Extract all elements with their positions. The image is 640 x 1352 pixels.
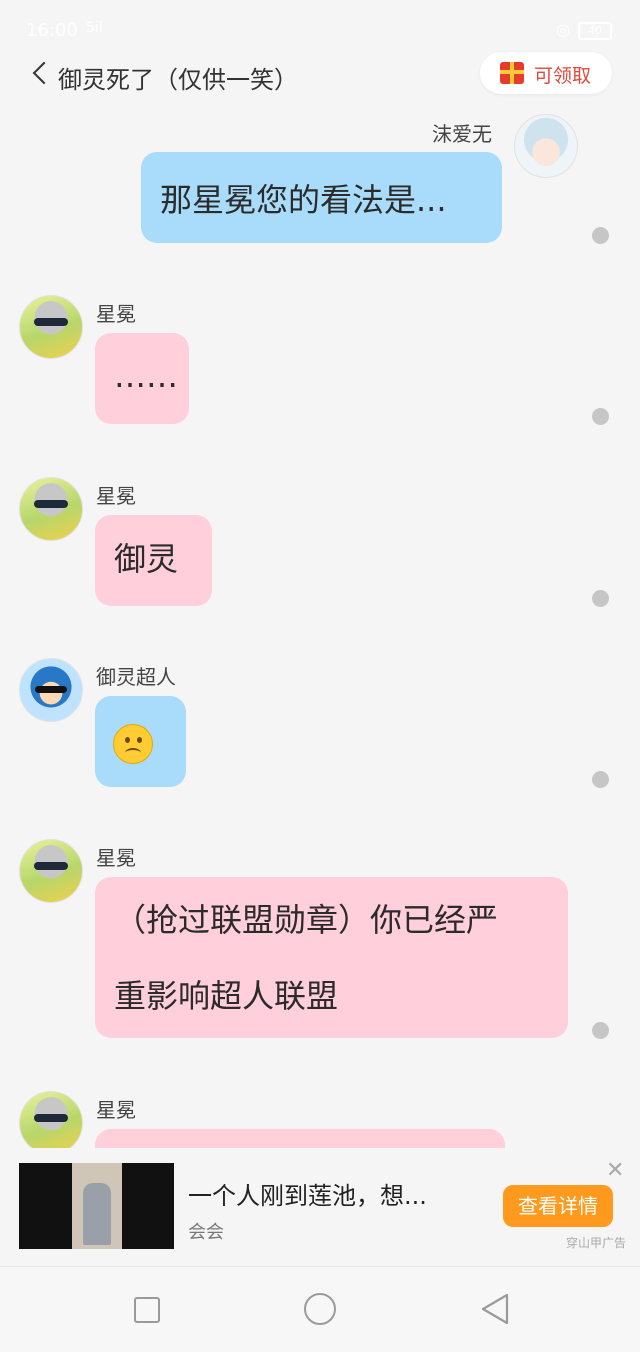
back-arrow-icon[interactable]	[32, 61, 56, 85]
message-bubble[interactable]: 那星冕您的看法是...	[141, 152, 502, 243]
ad-banner[interactable]: 一个人刚到莲池，想... 会会 查看详情 ✕ 穿山甲广告	[0, 1148, 640, 1264]
view-details-button[interactable]: 查看详情	[503, 1185, 613, 1227]
close-icon[interactable]: ✕	[606, 1158, 624, 1183]
ad-tag: 穿山甲广告	[566, 1236, 627, 1250]
status-time: 16:00	[26, 20, 78, 41]
avatar[interactable]	[19, 477, 83, 541]
page-title: 御灵死了（仅供一笑）	[58, 66, 298, 94]
battery-icon: 40	[578, 22, 612, 40]
message-line: 重影响超人联盟	[114, 977, 339, 1015]
sender-name: 星冕	[96, 846, 136, 870]
avatar[interactable]	[19, 658, 83, 722]
message-bubble[interactable]	[95, 1129, 505, 1148]
claim-label: 可领取	[534, 65, 592, 87]
signal-icon: 5il	[86, 20, 103, 36]
chat-list[interactable]: 沫爱无 那星冕您的看法是... 星冕 …… 星冕 御灵 御灵超人 星冕 （抢过联…	[0, 100, 640, 1148]
sender-name: 沫爱无	[432, 122, 492, 146]
top-bar: 御灵死了（仅供一笑） 可领取	[0, 52, 640, 98]
avatar[interactable]	[514, 114, 578, 178]
ad-source: 会会	[188, 1222, 224, 1243]
sender-name: 御灵超人	[96, 665, 176, 689]
read-status-dot	[592, 408, 609, 425]
alarm-icon: ◎	[556, 20, 570, 39]
message-line: （抢过联盟勋章）你已经严	[114, 901, 499, 939]
sender-name: 星冕	[96, 484, 136, 508]
status-bar: 16:00 5il ◎ 40	[0, 0, 640, 60]
frowning-face-icon	[113, 724, 153, 764]
read-status-dot	[592, 1022, 609, 1039]
message-bubble[interactable]: 御灵	[95, 515, 212, 606]
avatar[interactable]	[19, 839, 83, 903]
ad-title[interactable]: 一个人刚到莲池，想...	[188, 1176, 427, 1211]
gift-icon	[500, 62, 524, 84]
claim-reward-button[interactable]: 可领取	[480, 52, 612, 94]
read-status-dot	[592, 771, 609, 788]
message-bubble[interactable]	[95, 696, 186, 787]
sender-name: 星冕	[96, 1098, 136, 1122]
read-status-dot	[592, 590, 609, 607]
ad-thumbnail[interactable]	[19, 1163, 174, 1249]
message-bubble[interactable]: ……	[95, 333, 189, 424]
avatar[interactable]	[19, 1091, 83, 1148]
read-status-dot	[592, 227, 609, 244]
sender-name: 星冕	[96, 302, 136, 326]
system-nav-bar	[0, 1266, 640, 1352]
home-icon[interactable]	[304, 1293, 336, 1325]
recent-apps-icon[interactable]	[134, 1297, 160, 1323]
avatar[interactable]	[19, 295, 83, 359]
message-bubble[interactable]: （抢过联盟勋章）你已经严 重影响超人联盟	[95, 877, 568, 1038]
